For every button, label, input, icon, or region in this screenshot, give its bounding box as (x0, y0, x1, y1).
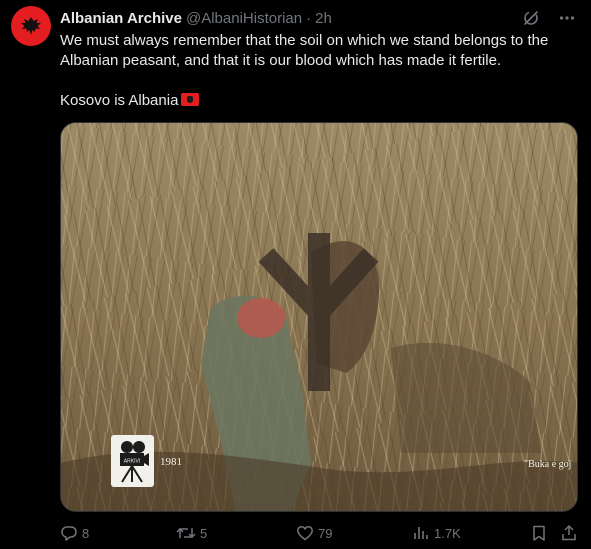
retweet-count: 5 (200, 525, 208, 541)
tweet-top-actions (521, 8, 577, 28)
views-icon (414, 527, 428, 539)
author-name[interactable]: Albanian Archive (60, 10, 182, 27)
more-icon[interactable] (557, 8, 577, 28)
tweet-text-paragraph-2: Kosovo is Albania (60, 91, 580, 111)
video-year-label: 1981 (160, 456, 182, 468)
tweet-text-paragraph-1: We must always remember that the soil on… (60, 32, 549, 69)
video-subtitle: "Buka e goj (524, 459, 572, 470)
reply-icon (61, 526, 77, 541)
tweet-header: Albanian Archive @AlbaniHistorian · 2h (60, 8, 332, 28)
grok-icon[interactable] (521, 8, 541, 28)
timestamp[interactable]: 2h (315, 10, 332, 27)
albania-flag-emoji-icon (181, 93, 200, 106)
bookmark-button[interactable] (530, 522, 548, 544)
share-button[interactable] (560, 522, 578, 544)
retweet-icon (176, 527, 196, 539)
like-button[interactable]: 79 (296, 522, 332, 544)
share-icon (562, 524, 576, 541)
tweet[interactable]: Albanian Archive @AlbaniHistorian · 2h W… (0, 0, 591, 549)
video-media[interactable]: ARKIVI 1981 "Buka e goj (60, 122, 578, 512)
bookmark-icon (533, 525, 545, 541)
views-count: 1.7K (434, 525, 461, 541)
albanian-eagle-icon (21, 17, 41, 35)
retweet-button[interactable]: 5 (176, 522, 207, 544)
tweet-text-kosovo: Kosovo is Albania (60, 92, 179, 109)
reply-button[interactable]: 8 (60, 522, 89, 544)
archive-logo: ARKIVI (111, 435, 154, 487)
separator-dot: · (306, 9, 312, 27)
tweet-text: We must always remember that the soil on… (60, 31, 580, 111)
like-icon (297, 526, 313, 541)
views-button[interactable]: 1.7K (412, 522, 461, 544)
author-handle[interactable]: @AlbaniHistorian (186, 10, 302, 27)
avatar[interactable] (11, 6, 51, 46)
like-count: 79 (318, 525, 333, 541)
tweet-actions-bar: 8 5 79 1.7K (60, 522, 578, 544)
archive-logo-text: ARKIVI (123, 459, 139, 465)
camera-icon: ARKIVI (119, 441, 149, 483)
reply-count: 8 (82, 525, 90, 541)
